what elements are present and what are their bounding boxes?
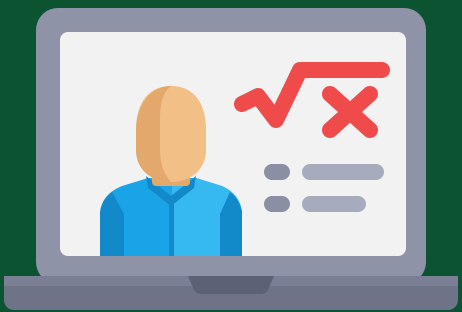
bullet-2 bbox=[264, 196, 290, 212]
laptop-lesson-illustration bbox=[0, 0, 462, 312]
bullet-1 bbox=[264, 164, 290, 180]
laptop-hinge-notch bbox=[188, 276, 274, 294]
bullet-line-2 bbox=[302, 196, 366, 212]
laptop-math-icon bbox=[4, 8, 458, 310]
bullet-line-1 bbox=[302, 164, 384, 180]
